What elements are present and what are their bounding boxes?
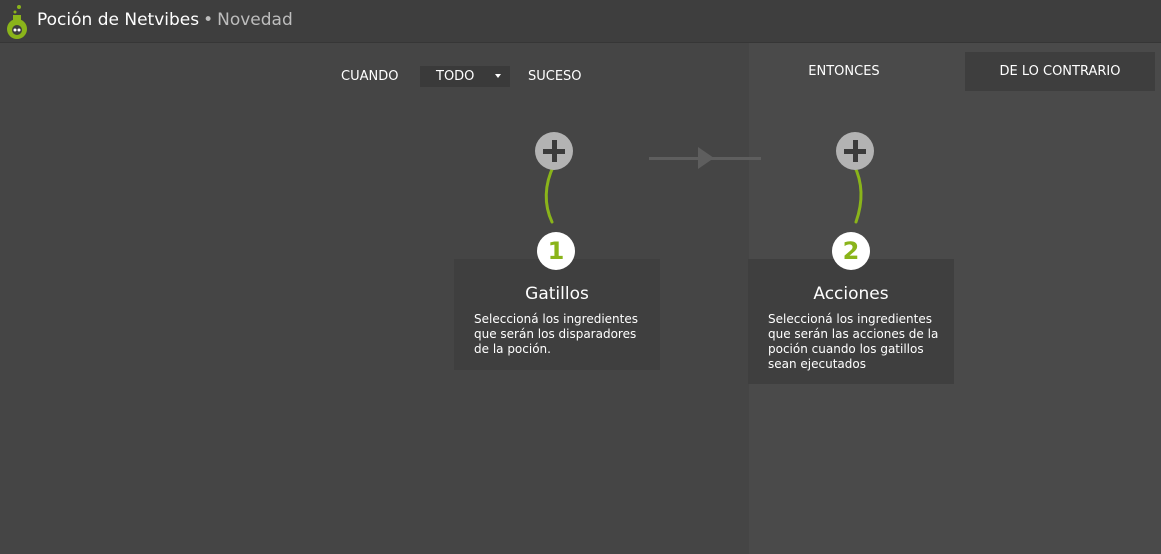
chevron-down-icon	[495, 74, 501, 78]
actions-title: Acciones	[813, 284, 889, 304]
add-action-button[interactable]	[836, 132, 874, 170]
condition-select[interactable]: TODO	[420, 66, 510, 87]
action-stem	[852, 163, 863, 224]
add-trigger-button[interactable]	[535, 132, 573, 170]
plus-icon-bar	[543, 149, 565, 154]
else-button[interactable]: DE LO CONTRARIO	[965, 52, 1155, 91]
page-title: Poción de Netvibes • Novedad	[37, 9, 293, 31]
event-label: SUCESO	[528, 69, 582, 84]
triggers-title: Gatillos	[525, 284, 589, 304]
actions-card: Acciones Seleccioná los ingredientes que…	[748, 259, 954, 384]
app-header: Poción de Netvibes • Novedad	[0, 0, 1161, 43]
app-subtitle: Novedad	[217, 10, 293, 30]
condition-select-value: TODO	[436, 69, 475, 84]
potion-flask-icon	[7, 5, 27, 39]
arrow-right-icon	[698, 147, 714, 169]
actions-description: Seleccioná los ingredientes que serán la…	[768, 312, 939, 371]
triggers-card: Gatillos Seleccioná los ingredientes que…	[454, 259, 660, 370]
trigger-stem	[544, 163, 556, 224]
title-separator: •	[203, 10, 214, 30]
plus-icon-bar	[844, 149, 866, 154]
step-1-badge: 1	[537, 232, 575, 270]
when-label: CUANDO	[341, 69, 399, 84]
step-2-badge: 2	[832, 232, 870, 270]
triggers-description: Seleccioná los ingredientes que serán lo…	[474, 312, 638, 356]
then-tab[interactable]: ENTONCES	[749, 52, 939, 92]
app-title: Poción de Netvibes	[37, 10, 200, 30]
